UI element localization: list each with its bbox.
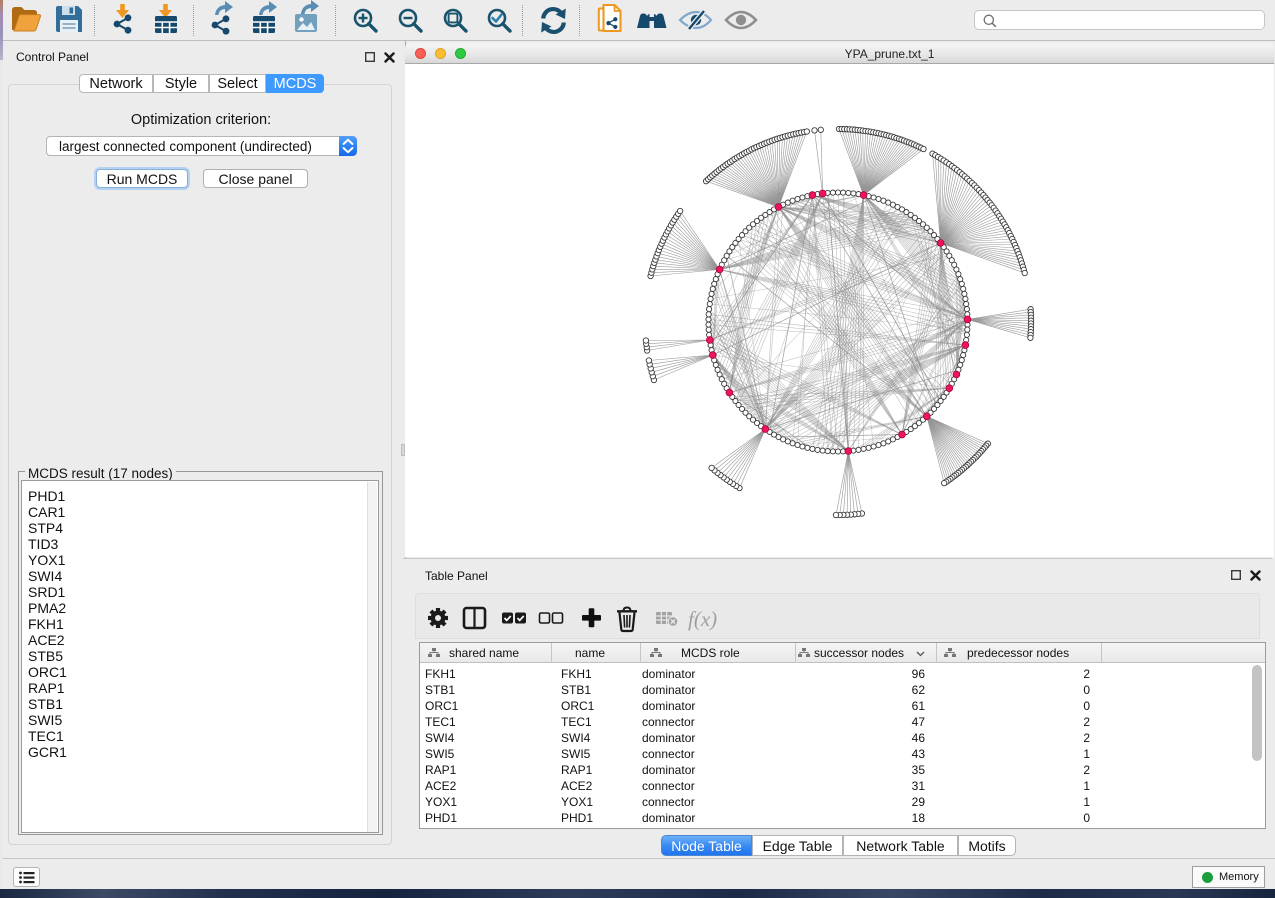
svg-text:f(x): f(x) bbox=[688, 607, 717, 631]
